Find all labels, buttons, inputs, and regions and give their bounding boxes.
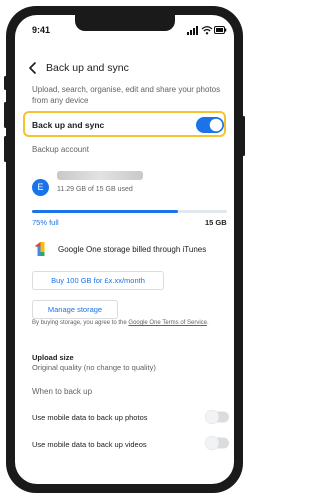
avatar: E bbox=[32, 179, 49, 196]
volume-up-button bbox=[4, 102, 7, 128]
volume-down-button bbox=[4, 136, 7, 162]
when-backup-heading: When to back up bbox=[32, 387, 93, 396]
signal-icon bbox=[187, 26, 198, 35]
intro-text: Upload, search, organise, edit and share… bbox=[32, 85, 221, 105]
power-button bbox=[242, 116, 245, 156]
mobile-photos-toggle[interactable] bbox=[204, 409, 232, 425]
page-title: Back up and sync bbox=[46, 62, 129, 74]
upload-size-title[interactable]: Upload size bbox=[32, 353, 74, 362]
back-arrow-icon[interactable] bbox=[26, 60, 40, 76]
status-icons bbox=[187, 26, 227, 35]
mute-switch bbox=[4, 76, 7, 90]
upload-size-value: Original quality (no change to quality) bbox=[32, 363, 156, 372]
phone-frame: 9:41 Back up and sync Upload, search, or… bbox=[4, 6, 245, 493]
notch bbox=[75, 15, 175, 31]
backup-sync-toggle[interactable] bbox=[196, 117, 224, 133]
terms-suffix: . bbox=[207, 320, 209, 326]
storage-bar-fill bbox=[32, 210, 179, 213]
blurred-account-name bbox=[57, 171, 143, 180]
mobile-photos-label: Use mobile data to back up photos bbox=[32, 413, 148, 422]
status-time: 9:41 bbox=[32, 25, 51, 35]
storage-percent: 75% full bbox=[32, 218, 59, 227]
terms-prefix: By buying storage, you agree to the bbox=[32, 320, 129, 326]
terms-link[interactable]: Google One Terms of Service bbox=[128, 320, 207, 326]
mobile-videos-label: Use mobile data to back up videos bbox=[32, 440, 147, 449]
wifi-icon bbox=[201, 26, 213, 35]
terms-text: By buying storage, you agree to the Goog… bbox=[32, 319, 232, 327]
buy-storage-button[interactable]: Buy 100 GB for £x.xx/month bbox=[32, 271, 164, 290]
google-one-logo-icon bbox=[35, 242, 45, 256]
storage-used-text: 11.29 GB of 15 GB used bbox=[57, 186, 133, 193]
battery-icon bbox=[214, 26, 227, 34]
status-bar: 9:41 bbox=[15, 15, 234, 39]
mobile-videos-toggle[interactable] bbox=[204, 435, 232, 451]
backup-account-heading: Backup account bbox=[32, 145, 89, 154]
storage-total: 15 GB bbox=[205, 218, 227, 227]
manage-storage-button[interactable]: Manage storage bbox=[32, 300, 118, 319]
backup-sync-label: Back up and sync bbox=[32, 120, 105, 130]
google-one-text: Google One storage billed through iTunes bbox=[58, 245, 207, 254]
screen: 9:41 Back up and sync Upload, search, or… bbox=[15, 15, 234, 484]
